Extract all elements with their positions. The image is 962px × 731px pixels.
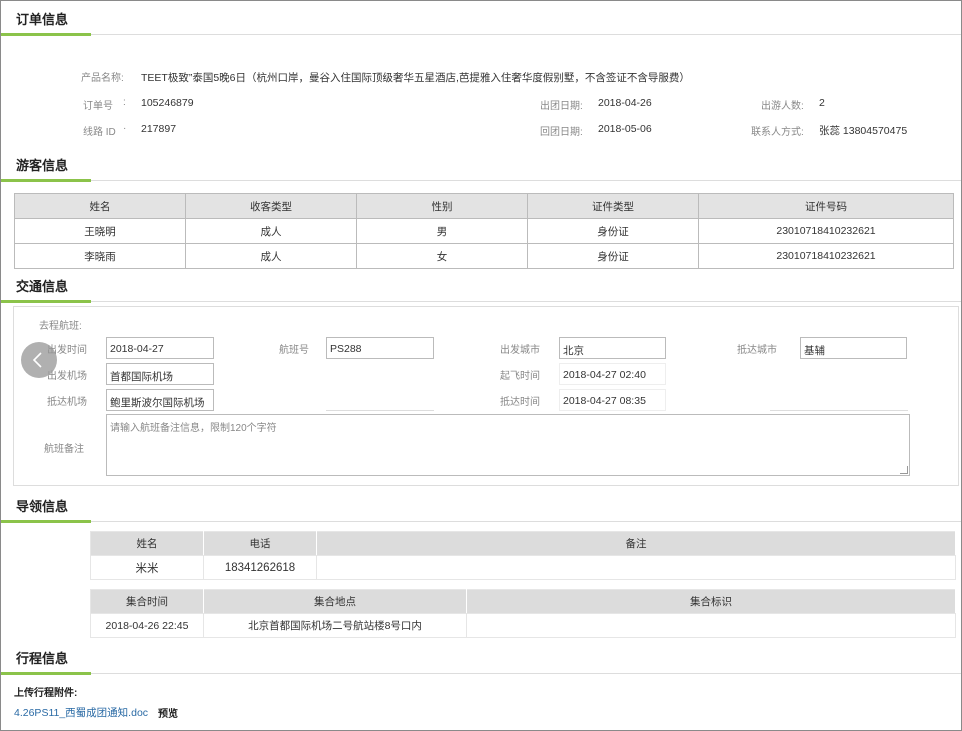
table-cell: 成人 xyxy=(185,218,357,244)
table-cell: 230107184102326​21 xyxy=(698,218,954,244)
guide-table: 姓名 电话 备注 米米 18341262618 xyxy=(90,531,956,580)
product-value: TEET极致”泰国5晚6日（杭州口岸，曼谷入住国际顶级奢华五星酒店,芭提雅入住奢… xyxy=(141,72,690,84)
table-cell: 身份证 xyxy=(527,243,699,269)
table-header-row: 姓名 电话 备注 xyxy=(90,531,956,556)
table-cell: 230107184102326​21 xyxy=(698,243,954,269)
col-header: 集合标识 xyxy=(466,589,956,614)
depart-date-label: 出团日期: xyxy=(540,101,583,112)
table-cell: 成人 xyxy=(185,243,357,269)
section-underline xyxy=(1,300,91,303)
to-airport-label: 抵达机场 xyxy=(47,397,87,408)
section-underline xyxy=(1,672,91,675)
table-row: 2018-04-26 22:45 北京首都国际机场二号航站楼8号口内 xyxy=(90,613,956,638)
chevron-left-icon xyxy=(32,352,42,368)
remark-placeholder: 请输入航班备注信息，限制120个字符 xyxy=(110,423,277,434)
table-row: 王晓明 成人 男 身份证 230107184102326​21 xyxy=(14,218,954,244)
col-header: 备注 xyxy=(316,531,956,556)
contact-label: 联系人方式: xyxy=(751,127,804,138)
route-id-label: 线路 ID xyxy=(83,127,116,138)
section-underline xyxy=(1,520,91,523)
from-city-label: 出发城市 xyxy=(500,345,540,356)
guide-section-header: 导领信息 xyxy=(1,488,961,523)
col-header: 姓名 xyxy=(14,193,186,219)
col-header: 收客类型 xyxy=(185,193,357,219)
arrive-time-label: 抵达时间 xyxy=(500,397,540,408)
return-date-label: 回团日期: xyxy=(540,127,583,138)
col-header: 电话 xyxy=(203,531,317,556)
order-section-title: 订单信息 xyxy=(16,12,69,27)
table-header-row: 集合时间 集合地点 集合标识 xyxy=(90,589,956,614)
divider xyxy=(326,410,434,411)
guide-section-title: 导领信息 xyxy=(16,499,69,514)
itinerary-section-header: 行程信息 xyxy=(1,640,961,675)
col-header: 证件号码 xyxy=(698,193,954,219)
tourists-section-header: 游客信息 xyxy=(1,147,961,182)
tourists-section-title: 游客信息 xyxy=(16,158,69,173)
takeoff-time-label: 起飞时间 xyxy=(500,371,540,382)
preview-link[interactable]: 预览 xyxy=(158,705,178,720)
depart-date-value: 2018-04-26 xyxy=(598,97,652,109)
flight-no-field[interactable]: PS288 xyxy=(326,337,434,359)
order-no-value: 105246879 xyxy=(141,97,194,109)
table-cell xyxy=(316,555,956,580)
from-airport-field[interactable]: 首都国际机场 xyxy=(106,363,214,385)
table-cell xyxy=(466,613,956,638)
itinerary-section-title: 行程信息 xyxy=(16,651,69,666)
table-cell: 李晓雨 xyxy=(14,243,186,269)
arrive-time-field[interactable]: 2018-04-27 08:35 xyxy=(559,389,666,411)
meeting-table: 集合时间 集合地点 集合标识 2018-04-26 22:45 北京首都国际机场… xyxy=(90,589,956,638)
attachment-file-link[interactable]: 4.26PS11_西蜀成团通知.doc xyxy=(14,705,148,720)
section-underline xyxy=(1,33,91,36)
outbound-flight-label: 去程航班: xyxy=(39,321,82,332)
return-date-value: 2018-05-06 xyxy=(598,123,652,135)
resize-handle-icon[interactable] xyxy=(900,466,908,474)
people-count-label: 出游人数: xyxy=(761,101,804,112)
table-cell: 身份证 xyxy=(527,218,699,244)
table-cell: 米米 xyxy=(90,555,204,580)
col-header: 集合地点 xyxy=(203,589,467,614)
table-cell: 北京首都国际机场二号航站楼8号口内 xyxy=(203,613,467,638)
order-section-header: 订单信息 xyxy=(1,1,961,36)
to-city-field[interactable]: 基辅 xyxy=(800,337,907,359)
flight-no-label: 航班号 xyxy=(279,345,309,356)
takeoff-time-field[interactable]: 2018-04-27 02:40 xyxy=(559,363,666,385)
traffic-section-title: 交通信息 xyxy=(16,279,69,294)
table-cell: 女 xyxy=(356,243,528,269)
order-no-label: 订单号 xyxy=(83,101,113,112)
depart-time-field[interactable]: 2018-04-27 xyxy=(106,337,214,359)
order-no-sep: : xyxy=(123,97,126,108)
from-city-field[interactable]: 北京 xyxy=(559,337,666,359)
to-city-label: 抵达城市 xyxy=(737,345,777,356)
divider xyxy=(770,410,908,411)
remark-textarea[interactable]: 请输入航班备注信息，限制120个字符 xyxy=(106,414,910,476)
table-row: 李晓雨 成人 女 身份证 230107184102326​21 xyxy=(14,243,954,269)
product-label: 产品名称: xyxy=(81,73,124,84)
table-row: 米米 18341262618 xyxy=(90,555,956,580)
table-header-row: 姓名 收客类型 性别 证件类型 证件号码 xyxy=(14,193,954,219)
route-id-sep: · xyxy=(123,123,127,134)
route-id-value: 217897 xyxy=(141,123,177,135)
table-cell: 男 xyxy=(356,218,528,244)
table-cell: 2018-04-26 22:45 xyxy=(90,613,204,638)
people-count-value: 2 xyxy=(819,97,825,109)
table-cell: 王晓明 xyxy=(14,218,186,244)
traffic-section-header: 交通信息 xyxy=(1,268,961,303)
to-airport-field[interactable]: 鲍里斯波尔国际机场 xyxy=(106,389,214,411)
col-header: 证件类型 xyxy=(527,193,699,219)
col-header: 集合时间 xyxy=(90,589,204,614)
col-header: 姓名 xyxy=(90,531,204,556)
traffic-panel: 去程航班: 出发时间 2018-04-27 航班号 PS288 出发城市 北京 … xyxy=(13,306,959,486)
contact-value: 张蕊 13804570475 xyxy=(819,125,908,137)
carousel-prev-button[interactable] xyxy=(21,342,57,378)
section-underline xyxy=(1,179,91,182)
tourists-table: 姓名 收客类型 性别 证件类型 证件号码 王晓明 成人 男 身份证 230107… xyxy=(14,193,954,269)
upload-attachment-label: 上传行程附件: xyxy=(14,688,78,699)
table-cell: 18341262618 xyxy=(203,555,317,580)
remark-label: 航班备注 xyxy=(44,444,84,455)
col-header: 性别 xyxy=(356,193,528,219)
